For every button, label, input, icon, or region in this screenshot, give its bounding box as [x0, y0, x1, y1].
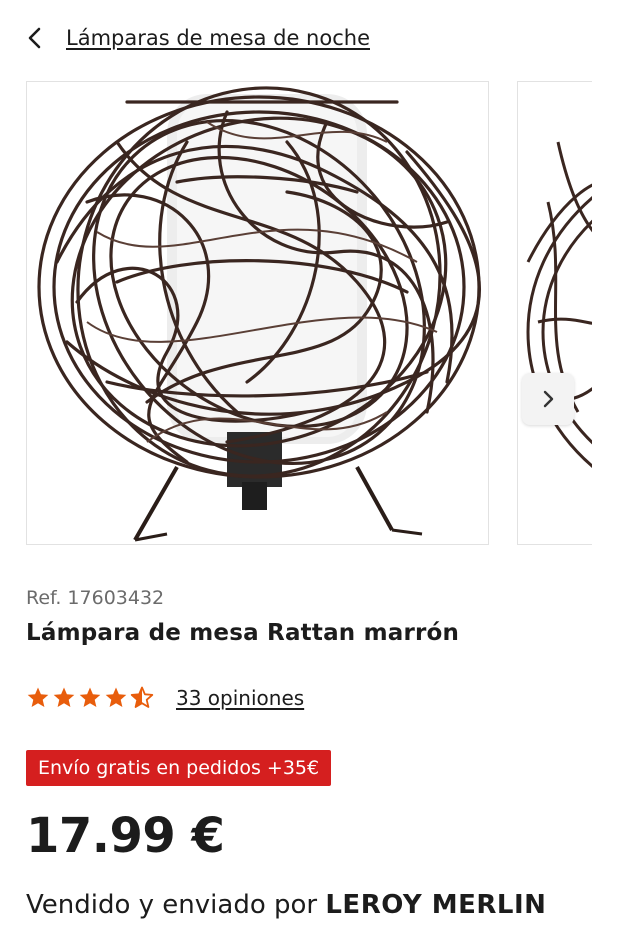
breadcrumb: Lámparas de mesa de noche — [26, 22, 370, 54]
free-shipping-badge: Envío gratis en pedidos +35€ — [26, 750, 332, 786]
rattan-lamp-image-partial — [526, 141, 592, 468]
star-icon — [53, 687, 75, 707]
product-image-next[interactable] — [517, 81, 592, 545]
star-icon — [105, 687, 127, 707]
product-image-main[interactable] — [26, 81, 489, 545]
star-icon — [79, 687, 101, 707]
seller-prefix: Vendido y enviado por — [26, 890, 326, 920]
product-price: 17.99 € — [26, 808, 225, 864]
product-image-gallery[interactable] — [26, 81, 592, 547]
breadcrumb-link[interactable]: Lámparas de mesa de noche — [66, 26, 370, 50]
product-ref: Ref. 17603432 — [26, 587, 165, 609]
chevron-right-icon — [543, 390, 554, 408]
gallery-next-button[interactable] — [522, 373, 574, 425]
product-rating: 33 opiniones — [26, 684, 304, 712]
seller-name: LEROY MERLIN — [325, 890, 547, 920]
reviews-link[interactable]: 33 opiniones — [176, 686, 304, 710]
chevron-left-icon[interactable] — [26, 25, 52, 51]
product-title: Lámpara de mesa Rattan marrón — [26, 620, 460, 646]
star-icon — [27, 687, 49, 707]
rating-stars — [26, 686, 154, 710]
rattan-lamp-image — [37, 86, 481, 542]
seller-info: Vendido y enviado por LEROY MERLIN — [26, 890, 546, 920]
star-half-icon — [130, 686, 154, 708]
